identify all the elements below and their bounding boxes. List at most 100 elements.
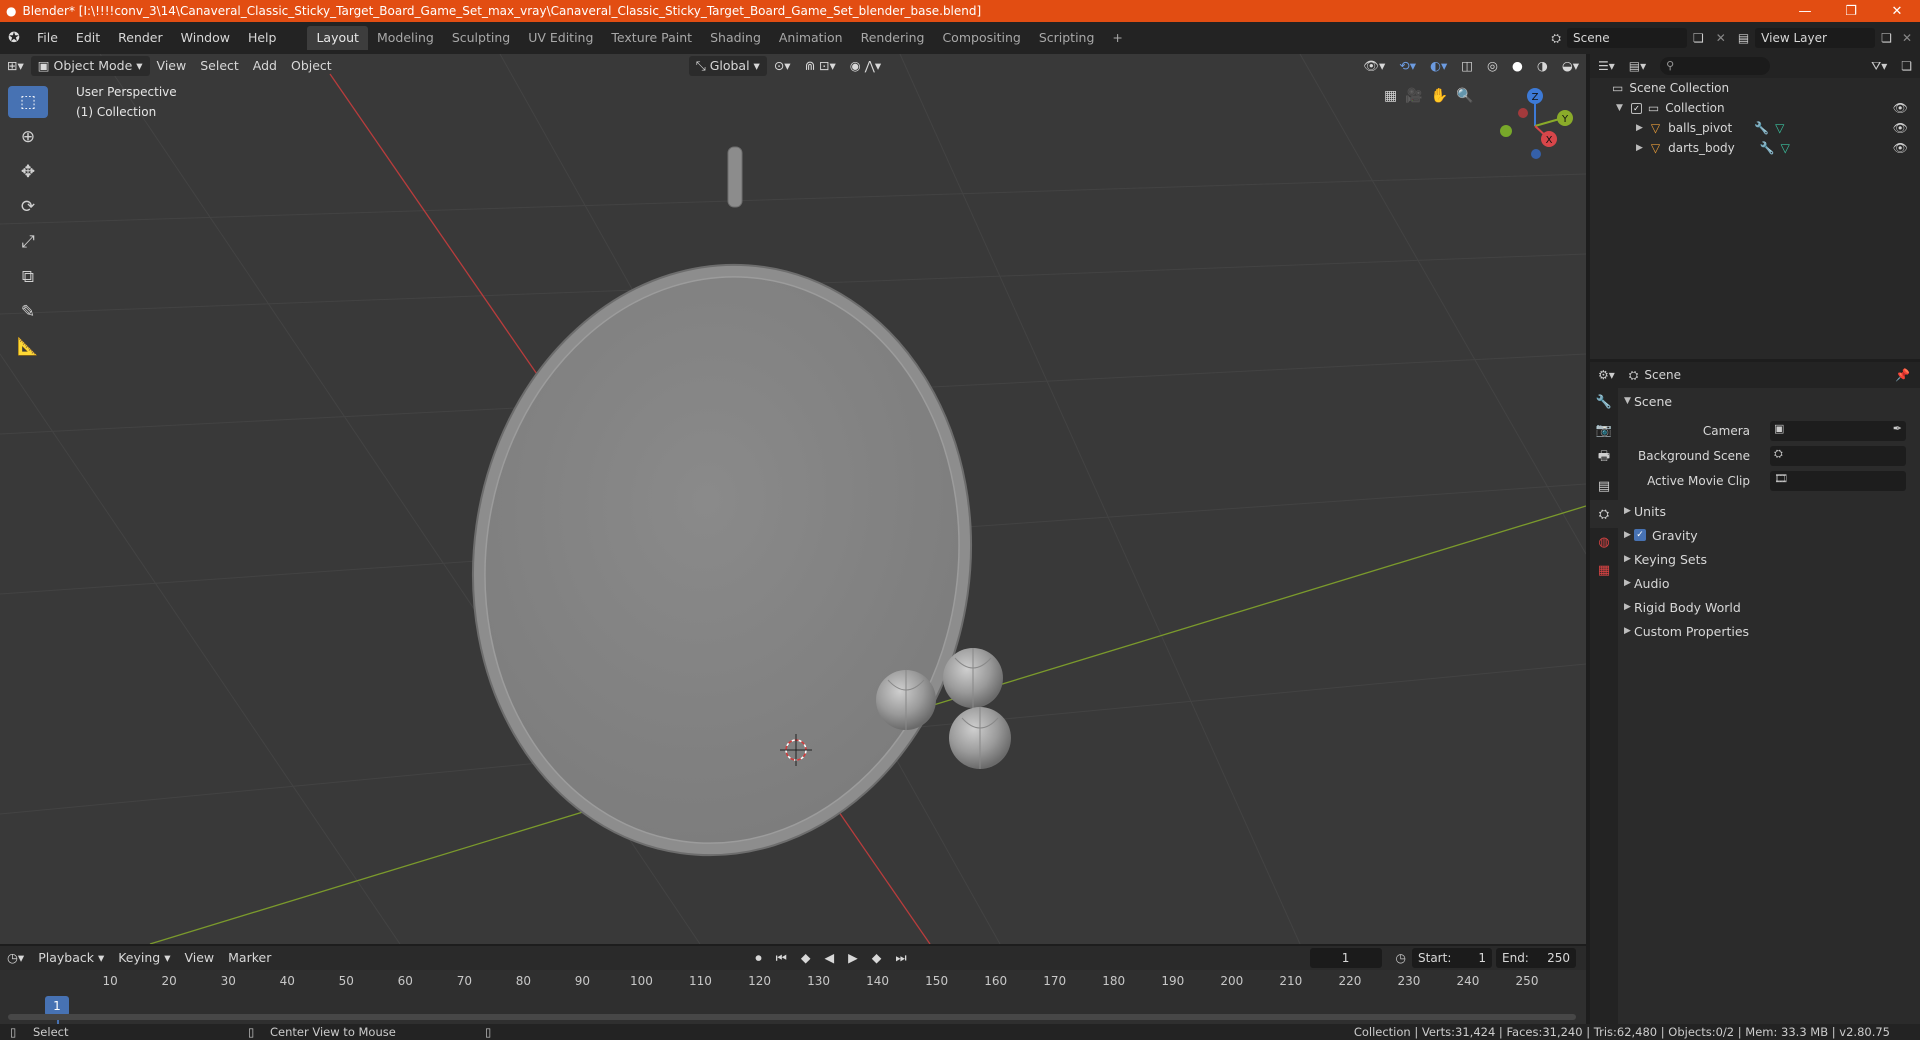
record-icon[interactable]: ⏺	[748, 948, 768, 968]
eyedropper-icon[interactable]: ✒	[1893, 422, 1902, 435]
transform-tool-icon[interactable]: ⧉	[8, 261, 48, 293]
snap-icon[interactable]: ⋒ ⊡▾	[798, 56, 843, 76]
transform-orientation[interactable]: ⤡ Global ▾	[688, 56, 767, 76]
viewport-menu-view[interactable]: View	[150, 56, 194, 76]
darts-body-eye-icon[interactable]: 👁	[1893, 141, 1908, 155]
grid-view-icon[interactable]: ▦	[1384, 88, 1397, 104]
mesh-data-icon[interactable]: ▽	[1781, 141, 1790, 155]
outliner-item-collection[interactable]: ▼ ✓ ▭ Collection 👁	[1590, 98, 1920, 118]
new-view-layer-icon[interactable]: ❏	[1875, 31, 1898, 45]
modifier-wrench-icon[interactable]: 🔧	[1760, 141, 1775, 155]
menu-help[interactable]: Help	[239, 26, 286, 50]
outliner-item-balls-pivot[interactable]: ▶ ▽ balls_pivot 🔧 ▽ 👁	[1590, 118, 1920, 138]
navigation-gizmo[interactable]: Z Y X	[1500, 88, 1573, 159]
tab-shading[interactable]: Shading	[701, 26, 770, 50]
delete-view-layer-icon[interactable]: ✕	[1898, 31, 1920, 45]
overlay-toggle-icon[interactable]: ◐▾	[1423, 56, 1454, 76]
properties-editor-icon[interactable]: ⚙▾	[1590, 368, 1623, 382]
collection-checkbox[interactable]: ✓	[1630, 102, 1642, 114]
mesh-data-icon[interactable]: ▽	[1775, 121, 1784, 135]
expand-object-icon[interactable]: ▶	[1636, 143, 1643, 153]
scene-selector-icon[interactable]: ⛭	[1545, 31, 1567, 46]
texture-tab-icon[interactable]: ▦	[1590, 556, 1618, 584]
annotate-tool-icon[interactable]: ✎	[8, 296, 48, 328]
shading-solid-icon[interactable]: ●	[1505, 56, 1530, 76]
select-box-tool-icon[interactable]: ⬚	[8, 86, 48, 118]
scene-panel-header[interactable]: ▼ Scene	[1620, 390, 1920, 412]
expand-object-icon[interactable]: ▶	[1636, 123, 1643, 133]
jump-start-icon[interactable]: ⏮	[769, 948, 794, 968]
new-collection-icon[interactable]: ❏	[1893, 59, 1920, 73]
gravity-panel[interactable]: ▶ ✓ Gravity	[1620, 524, 1920, 546]
collection-eye-icon[interactable]: 👁	[1893, 101, 1908, 115]
filter-icon[interactable]: ⛛▾	[1865, 59, 1893, 74]
maximize-button[interactable]: ❐	[1828, 0, 1874, 22]
audio-panel[interactable]: ▶ Audio	[1620, 572, 1920, 594]
tab-scripting[interactable]: Scripting	[1030, 26, 1104, 50]
pin-icon[interactable]: 📌	[1885, 368, 1920, 382]
measure-tool-icon[interactable]: 📐	[8, 331, 48, 363]
view-layer-icon[interactable]: ▤	[1732, 31, 1755, 45]
menu-edit[interactable]: Edit	[67, 26, 109, 50]
zoom-icon[interactable]: 🔍	[1456, 88, 1473, 104]
tab-modeling[interactable]: Modeling	[368, 26, 443, 50]
tab-uv-editing[interactable]: UV Editing	[519, 26, 602, 50]
minimize-button[interactable]: —	[1782, 0, 1828, 22]
expand-collection-icon[interactable]: ▼	[1616, 103, 1623, 113]
pan-hand-icon[interactable]: ✋	[1431, 88, 1448, 104]
tab-layout[interactable]: Layout	[307, 26, 368, 50]
end-frame-field[interactable]: End: 250	[1496, 948, 1576, 968]
scene-tab-icon[interactable]: ⛭	[1590, 500, 1618, 528]
display-mode-icon[interactable]: ▤▾	[1623, 59, 1652, 73]
play-icon[interactable]: ▶	[841, 948, 865, 968]
gravity-checkbox[interactable]: ✓	[1634, 529, 1646, 541]
custom-properties-panel[interactable]: ▶ Custom Properties	[1620, 620, 1920, 642]
mode-selector[interactable]: ▣ Object Mode ▾	[30, 56, 150, 76]
keying-sets-panel[interactable]: ▶ Keying Sets	[1620, 548, 1920, 570]
scene-name-field[interactable]: Scene	[1567, 28, 1687, 48]
view-layer-field[interactable]: View Layer	[1755, 28, 1876, 48]
prev-keyframe-icon[interactable]: ◆	[794, 948, 818, 968]
menu-file[interactable]: File	[28, 26, 67, 50]
timeline-menu-keying[interactable]: Keying ▾	[111, 948, 177, 968]
shading-material-icon[interactable]: ◑	[1530, 56, 1555, 76]
editor-type-icon[interactable]: ⊞▾	[0, 56, 31, 76]
tab-animation[interactable]: Animation	[770, 26, 852, 50]
outliner-editor-icon[interactable]: ☰▾	[1590, 59, 1623, 73]
balls-pivot-eye-icon[interactable]: 👁	[1893, 121, 1908, 135]
outliner-search-input[interactable]: ⚲	[1660, 57, 1771, 75]
shading-wireframe-icon[interactable]: ◎	[1480, 56, 1505, 76]
next-keyframe-icon[interactable]: ◆	[865, 948, 889, 968]
camera-field[interactable]: ▣ ✒	[1770, 421, 1906, 441]
move-tool-icon[interactable]: ✥	[8, 156, 48, 188]
timeline-editor-icon[interactable]: ◷▾	[0, 948, 31, 968]
rigid-body-world-panel[interactable]: ▶ Rigid Body World	[1620, 596, 1920, 618]
timeline-track[interactable]: 10 20 30 40 50 60 70 80 90 100 110 120 130 140 150 160 1…	[0, 970, 1586, 1024]
new-scene-icon[interactable]: ❏	[1687, 31, 1710, 45]
tab-texture-paint[interactable]: Texture Paint	[602, 26, 701, 50]
tab-rendering[interactable]: Rendering	[852, 26, 934, 50]
timeline-menu-marker[interactable]: Marker	[221, 948, 278, 968]
dart-board-face[interactable]	[449, 246, 995, 874]
xray-toggle-icon[interactable]: ◫	[1454, 56, 1480, 76]
outliner-item-darts-body[interactable]: ▶ ▽ darts_body 🔧 ▽ 👁	[1590, 138, 1920, 158]
timeline-menu-playback[interactable]: Playback ▾	[31, 948, 111, 968]
units-panel[interactable]: ▶ Units	[1620, 500, 1920, 522]
pivot-icon[interactable]: ⊙▾	[767, 56, 798, 76]
menu-window[interactable]: Window	[172, 26, 239, 50]
3d-viewport[interactable]: Z Y X ⊞▾ ▣ Object Mode ▾ View Select Add…	[0, 54, 1586, 944]
close-button[interactable]: ✕	[1874, 0, 1920, 22]
shading-rendered-icon[interactable]: ◒▾	[1555, 56, 1586, 76]
current-frame-field[interactable]: 1	[1309, 948, 1382, 968]
outliner-item-scene-collection[interactable]: ▭ Scene Collection	[1590, 78, 1920, 98]
cursor-tool-icon[interactable]: ⊕	[8, 121, 48, 153]
tab-sculpting[interactable]: Sculpting	[443, 26, 519, 50]
rotate-tool-icon[interactable]: ⟳	[8, 191, 48, 223]
timeline-scrollbar[interactable]	[8, 1014, 1576, 1020]
blender-menu-icon[interactable]: ✪	[0, 30, 28, 46]
viewport-menu-select[interactable]: Select	[193, 56, 246, 76]
start-frame-field[interactable]: Start: 1	[1412, 948, 1492, 968]
world-tab-icon[interactable]: ◍	[1590, 528, 1618, 556]
visibility-icon[interactable]: 👁▾	[1356, 56, 1392, 76]
menu-render[interactable]: Render	[109, 26, 172, 50]
